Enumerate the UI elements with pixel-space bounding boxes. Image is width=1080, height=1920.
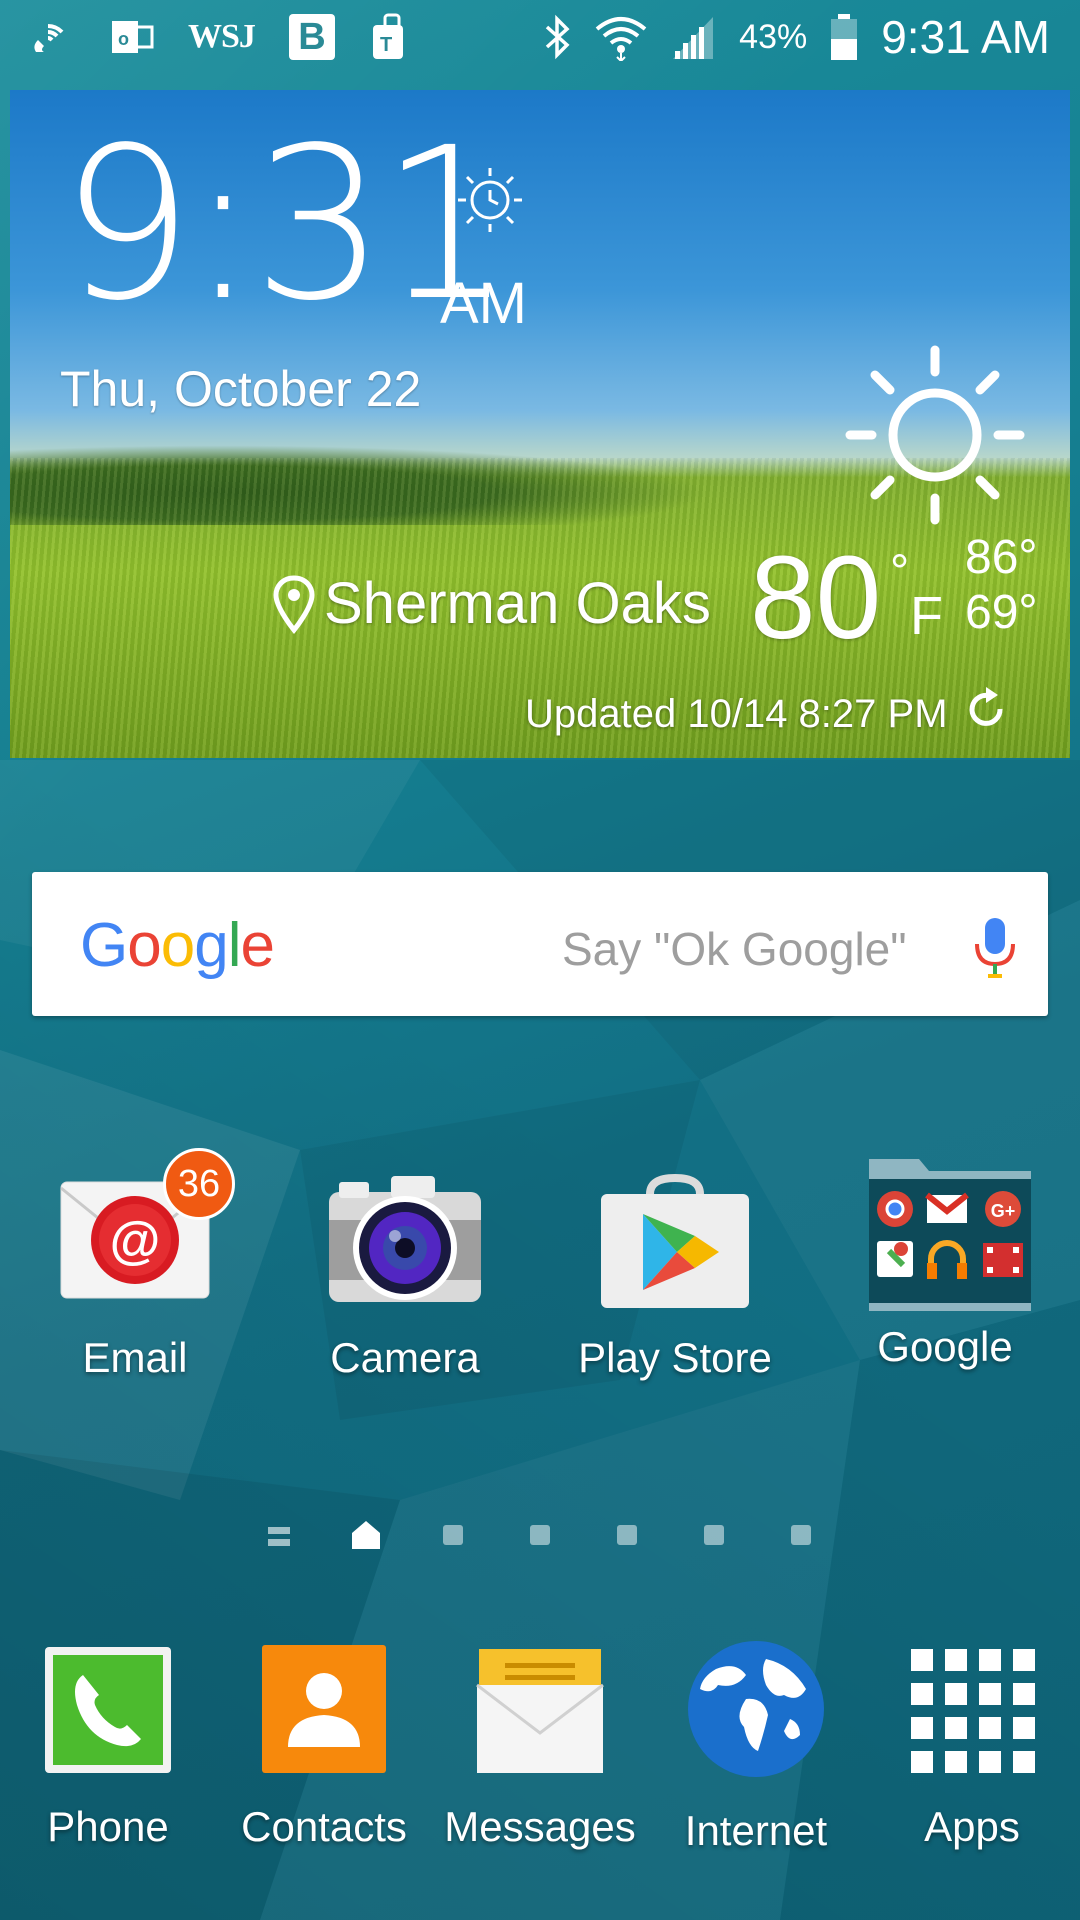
high-temperature: 86° bbox=[965, 531, 1038, 584]
email-icon: @ 36 bbox=[55, 1148, 235, 1310]
page-indicator[interactable] bbox=[0, 1515, 1080, 1555]
temperature-unit: F bbox=[910, 586, 943, 646]
play-store-icon bbox=[595, 1170, 755, 1310]
status-time: 9:31 AM bbox=[881, 11, 1050, 63]
google-logo: Google bbox=[80, 910, 275, 981]
app-label: Play Store bbox=[578, 1334, 772, 1381]
apps-grid-icon bbox=[907, 1645, 1037, 1775]
unread-badge: 36 bbox=[163, 1148, 235, 1220]
bluetooth-icon bbox=[541, 13, 573, 61]
home-page-icon[interactable] bbox=[350, 1519, 382, 1556]
briefing-page-icon[interactable] bbox=[268, 1527, 290, 1547]
notification-icons: o WSJ B T bbox=[26, 12, 413, 62]
location-pin-icon bbox=[273, 574, 315, 634]
tmobile-icon: T bbox=[369, 13, 413, 61]
app-camera[interactable]: Camera bbox=[285, 1170, 525, 1382]
dock-phone[interactable]: Phone bbox=[0, 1645, 216, 1851]
google-logo-letter: o bbox=[160, 911, 195, 980]
degree-symbol: ° bbox=[890, 546, 910, 599]
app-label: Phone bbox=[47, 1803, 169, 1850]
battery-percent: 43% bbox=[739, 17, 808, 56]
dock-contacts[interactable]: Contacts bbox=[216, 1645, 432, 1851]
updated-text: Updated 10/14 8:27 PM bbox=[525, 691, 948, 736]
app-google-folder[interactable]: G+ Google bbox=[825, 1155, 1065, 1371]
wifi-calling-icon bbox=[26, 12, 76, 62]
phone-icon bbox=[43, 1645, 173, 1775]
app-label: Internet bbox=[684, 1807, 828, 1854]
google-search-bar[interactable]: Google Say "Ok Google" bbox=[32, 872, 1048, 1016]
svg-text:T: T bbox=[380, 34, 392, 56]
low-temperature: 69° bbox=[965, 586, 1038, 639]
page-dot[interactable] bbox=[704, 1525, 724, 1545]
app-label: Apps bbox=[924, 1803, 1020, 1850]
search-hint: Say "Ok Google" bbox=[562, 923, 907, 975]
google-logo-letter: e bbox=[240, 911, 274, 980]
dock-internet[interactable]: Internet bbox=[648, 1641, 864, 1855]
location-name: Sherman Oaks bbox=[324, 571, 711, 636]
page-dot[interactable] bbox=[791, 1525, 811, 1545]
signal-icon bbox=[669, 13, 717, 61]
refresh-icon[interactable] bbox=[962, 685, 1010, 743]
google-logo-letter: G bbox=[80, 911, 128, 980]
messages-icon bbox=[475, 1645, 605, 1775]
google-logo-letter: o bbox=[127, 911, 161, 980]
google-folder-icon: G+ bbox=[865, 1155, 1031, 1315]
internet-icon bbox=[686, 1639, 826, 1779]
battery-icon bbox=[829, 12, 859, 62]
widget-date: Thu, October 22 bbox=[60, 361, 422, 417]
svg-text:o: o bbox=[118, 29, 129, 49]
app-label: Messages bbox=[444, 1803, 636, 1850]
page-dot[interactable] bbox=[530, 1525, 550, 1545]
dock-apps[interactable]: Apps bbox=[864, 1645, 1080, 1851]
svg-text:@: @ bbox=[110, 1212, 161, 1270]
sun-icon bbox=[840, 340, 1030, 535]
outlook-icon: o bbox=[110, 15, 154, 59]
microphone-icon[interactable] bbox=[970, 914, 1020, 989]
weather-location[interactable]: Sherman Oaks bbox=[272, 570, 711, 637]
google-logo-letter: g bbox=[194, 911, 228, 980]
alarm-icon bbox=[450, 160, 530, 245]
status-bar[interactable]: o WSJ B T 43% 9:31 AM bbox=[0, 0, 1080, 80]
system-status: 43% 9:31 AM bbox=[541, 10, 1050, 64]
dock-messages[interactable]: Messages bbox=[432, 1645, 648, 1851]
current-temperature: 80 bbox=[750, 532, 882, 664]
app-label: Camera bbox=[330, 1334, 480, 1381]
camera-icon bbox=[325, 1170, 485, 1310]
contacts-icon bbox=[262, 1645, 386, 1775]
widget-ampm: AM bbox=[440, 271, 527, 336]
wsj-icon: WSJ bbox=[188, 18, 256, 55]
app-label: Email bbox=[82, 1334, 188, 1381]
app-label: Contacts bbox=[241, 1803, 407, 1850]
wifi-icon bbox=[595, 13, 647, 61]
page-dot[interactable] bbox=[443, 1525, 463, 1545]
b-icon: B bbox=[288, 14, 335, 60]
app-label: Google bbox=[877, 1323, 1013, 1370]
svg-text:G+: G+ bbox=[991, 1201, 1016, 1221]
google-logo-letter: l bbox=[227, 911, 242, 980]
clock-weather-widget[interactable]: 9:31 AM Thu, October 22 Sherman Oaks 80 … bbox=[10, 90, 1070, 758]
app-play-store[interactable]: Play Store bbox=[555, 1170, 795, 1382]
page-dot[interactable] bbox=[617, 1525, 637, 1545]
weather-updated: Updated 10/14 8:27 PM bbox=[525, 685, 1010, 743]
app-email[interactable]: @ 36 Email bbox=[15, 1148, 255, 1382]
